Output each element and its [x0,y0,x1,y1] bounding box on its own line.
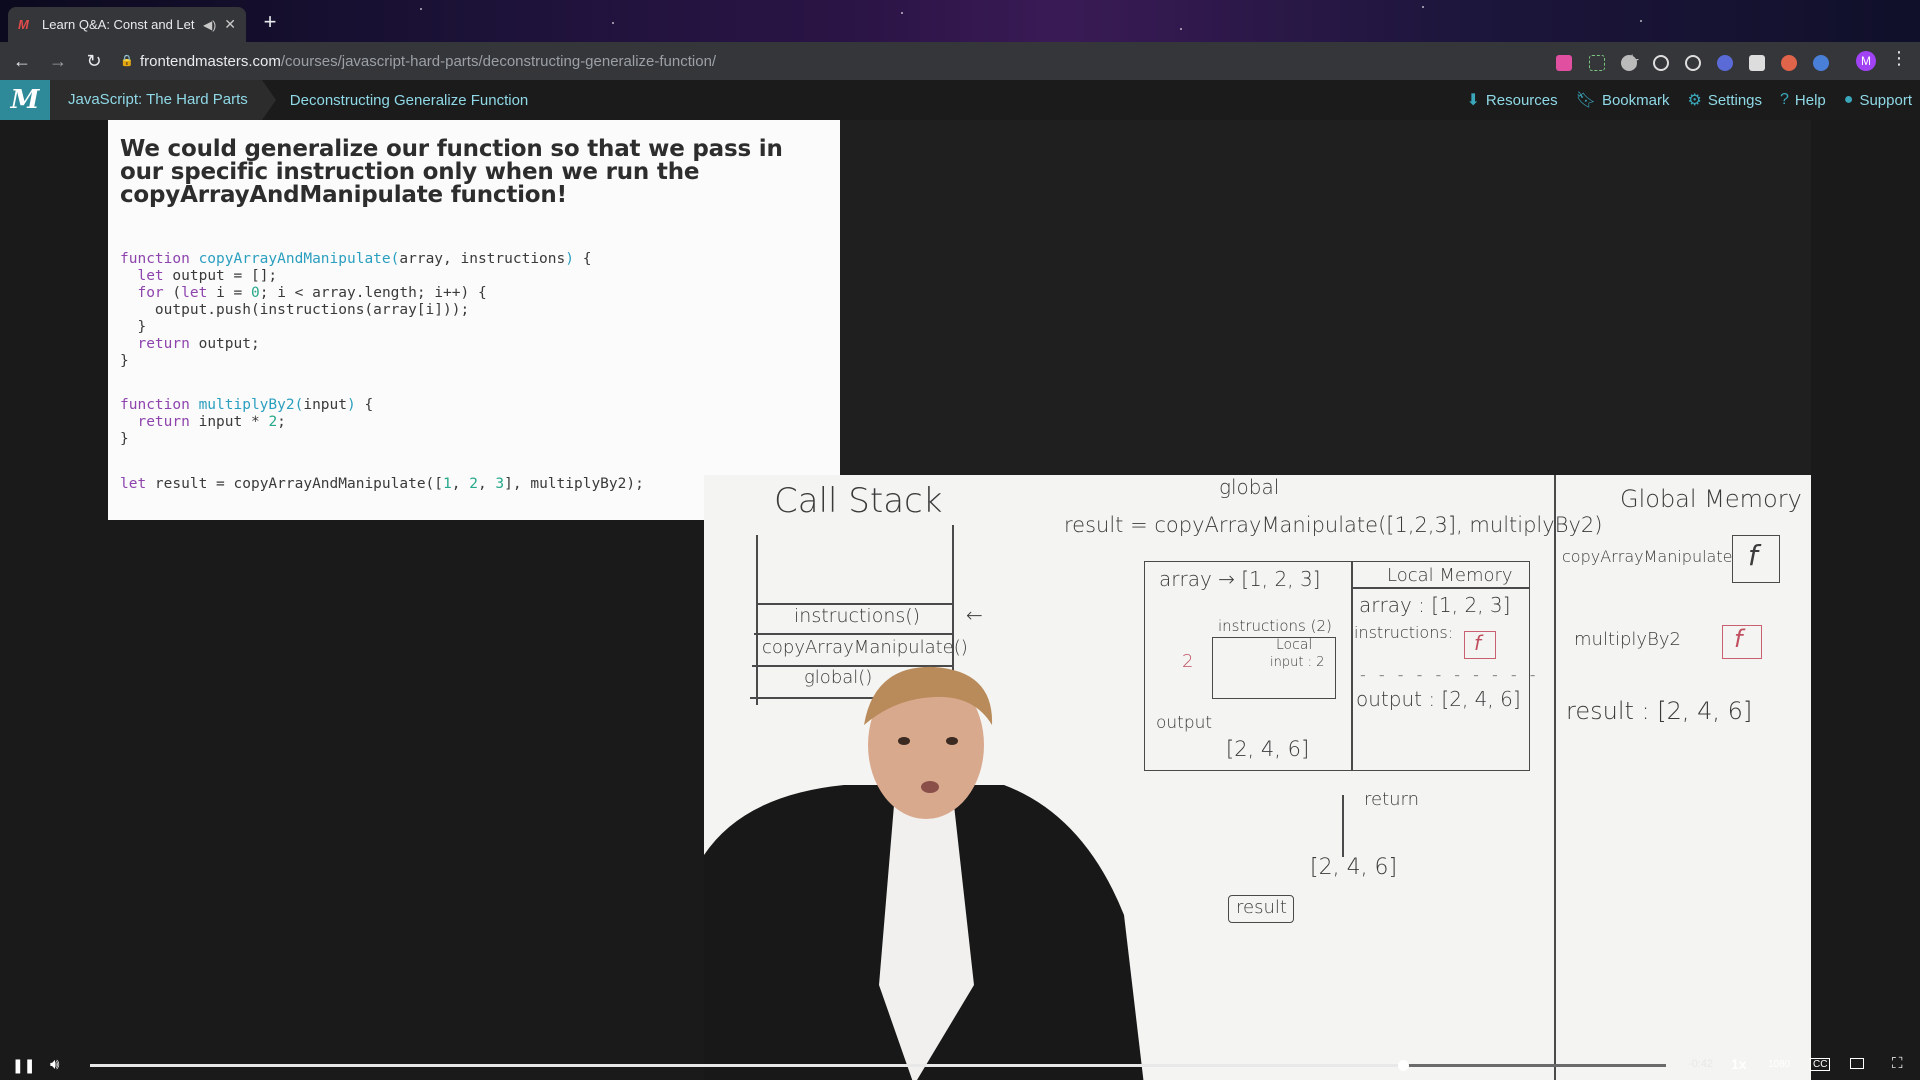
extension-icon[interactable] [1556,55,1572,71]
global-memory-divider [1554,475,1556,1080]
fn-symbol: f [1474,631,1482,655]
forward-arrow-icon[interactable]: → [44,47,72,75]
bookmark-icon: 🔖︎ [1575,92,1596,109]
local-instructions: instructions: [1354,623,1454,642]
audio-playing-icon[interactable]: ◀) [203,18,216,32]
reload-icon[interactable]: ↻ [80,47,108,75]
extension-icon[interactable] [1813,55,1829,71]
fullscreen-icon[interactable]: ⛶ [1892,1055,1903,1072]
red-two: 2 [1182,651,1194,672]
result-expression: result = copyArrayManipulate([1,2,3], mu… [1064,513,1603,537]
volume-icon[interactable]: 🔊︎ [50,1056,59,1073]
inner-input: input : 2 [1270,655,1325,670]
new-tab-button[interactable]: + [258,11,282,35]
gm-result: result : [2, 4, 6] [1566,697,1753,725]
extension-icon[interactable] [1749,55,1765,71]
call-stack-title: Call Stack [774,481,943,521]
course-header: M JavaScript: The Hard Parts Deconstruct… [0,80,1920,120]
tab-close-icon[interactable]: ✕ [224,16,236,33]
returned-array: [2, 4, 6] [1310,855,1398,880]
code-block-copy-array: function copyArrayAndManipulate(array, i… [120,251,592,369]
local-memory-underline [1351,587,1530,589]
inner-local-label: Local [1276,637,1313,653]
picture-in-picture-icon[interactable] [1850,1058,1864,1069]
stack-pointer-arrow: ← [966,603,983,627]
gm-copy-label: copyArrayManipulate [1562,547,1733,566]
local-memory-title: Local Memory [1387,565,1513,586]
help-icon: ? [1780,91,1789,108]
stack-divider [754,633,954,635]
support-link[interactable]: ● Support [1844,91,1912,109]
browser-tab-active[interactable]: M Learn Q&A: Const and Let ◀) ✕ [8,7,246,42]
player-controls: ❚❚ 🔊︎ -0:42 1x 1080 CC ⛶ [0,1050,1920,1080]
code-block-multiply: function multiplyBy2(input) { return inp… [120,397,374,447]
browser-menu-icon[interactable]: ⋮ [1890,48,1908,69]
settings-link[interactable]: ⚙ Settings [1687,90,1762,110]
extension-icon[interactable] [1589,55,1605,71]
gm-multiply-fn: f [1734,625,1743,653]
array-label: array → [1, 2, 3] [1159,567,1321,591]
local-array: array : [1, 2, 3] [1359,593,1511,617]
playback-rate-button[interactable]: 1x [1731,1056,1747,1072]
frontendmasters-favicon-icon: M [18,16,29,32]
lecture-slide: We could generalize our function so that… [108,120,840,520]
breadcrumb-lesson[interactable]: Deconstructing Generalize Function [262,92,528,109]
output-label: output [1156,713,1213,733]
profile-avatar[interactable]: M [1856,51,1876,71]
time-remaining: -0:42 [1688,1058,1714,1070]
pause-icon[interactable]: ❚❚ [12,1057,35,1074]
stack-frame-instructions: instructions() [794,605,921,627]
extension-icon[interactable] [1781,55,1797,71]
browser-tab-strip: M Learn Q&A: Const and Let ◀) ✕ + [0,0,1920,42]
header-links: ⬇ Resources 🔖︎ Bookmark ⚙ Settings ? Help ● S… [1449,80,1912,120]
download-icon: ⬇ [1466,92,1480,109]
inner-call-label: instructions (2) [1218,617,1332,635]
gm-copy-fn: f [1748,539,1758,572]
global-memory-title: Global Memory [1620,485,1802,513]
extension-icon[interactable] [1685,55,1701,71]
output-array: [2, 4, 6] [1226,737,1310,761]
back-arrow-icon[interactable]: ← [8,47,36,75]
url-host: frontendmasters.com [140,52,281,70]
resources-link[interactable]: ⬇ Resources [1467,90,1558,110]
return-label: return [1364,789,1420,810]
extension-icon[interactable] [1653,55,1669,71]
address-bar[interactable]: 🔒 frontendmasters.com/courses/javascript… [110,47,1640,75]
presenter-video [704,666,1144,1080]
extension-icon[interactable] [1717,55,1733,71]
local-memory-divider [1351,561,1353,771]
quality-button[interactable]: 1080 [1768,1059,1790,1070]
gm-multiply-label: multiplyBy2 [1574,629,1681,650]
progress-handle[interactable] [1397,1060,1409,1071]
tab-title: Learn Q&A: Const and Let [42,17,195,32]
extension-icon[interactable] [1621,55,1637,71]
code-line-result: let result = copyArrayAndManipulate([1, … [120,476,644,492]
video-player[interactable]: We could generalize our function so that… [0,120,1920,1080]
result-box-label: result [1236,897,1287,918]
progress-fill [90,1064,1403,1067]
captions-icon[interactable]: CC [1810,1058,1831,1071]
browser-toolbar: ← → ↻ 🔒 frontendmasters.com/courses/java… [0,42,1920,80]
progress-bar[interactable] [90,1060,1666,1071]
lock-icon: 🔒 [120,55,134,67]
slide-heading: We could generalize our function so that… [120,136,783,208]
url-path: /courses/javascript-hard-parts/deconstru… [280,52,717,70]
whiteboard-camera: Call Stack instructions() copyArrayManip… [704,475,1811,1080]
help-link[interactable]: ? Help [1780,91,1826,109]
gear-icon: ⚙ [1687,92,1702,109]
local-memory-dashes: - - - - - - - - - - [1360,665,1540,684]
global-label: global [1219,475,1280,499]
breadcrumb-course[interactable]: JavaScript: The Hard Parts [50,80,276,120]
bookmark-link[interactable]: 🔖︎ Bookmark [1576,90,1670,110]
frontendmasters-logo-icon[interactable]: M [0,80,50,120]
chat-icon: ● [1843,91,1854,108]
local-output: output : [2, 4, 6] [1356,687,1521,711]
return-arrow-line [1342,795,1344,857]
